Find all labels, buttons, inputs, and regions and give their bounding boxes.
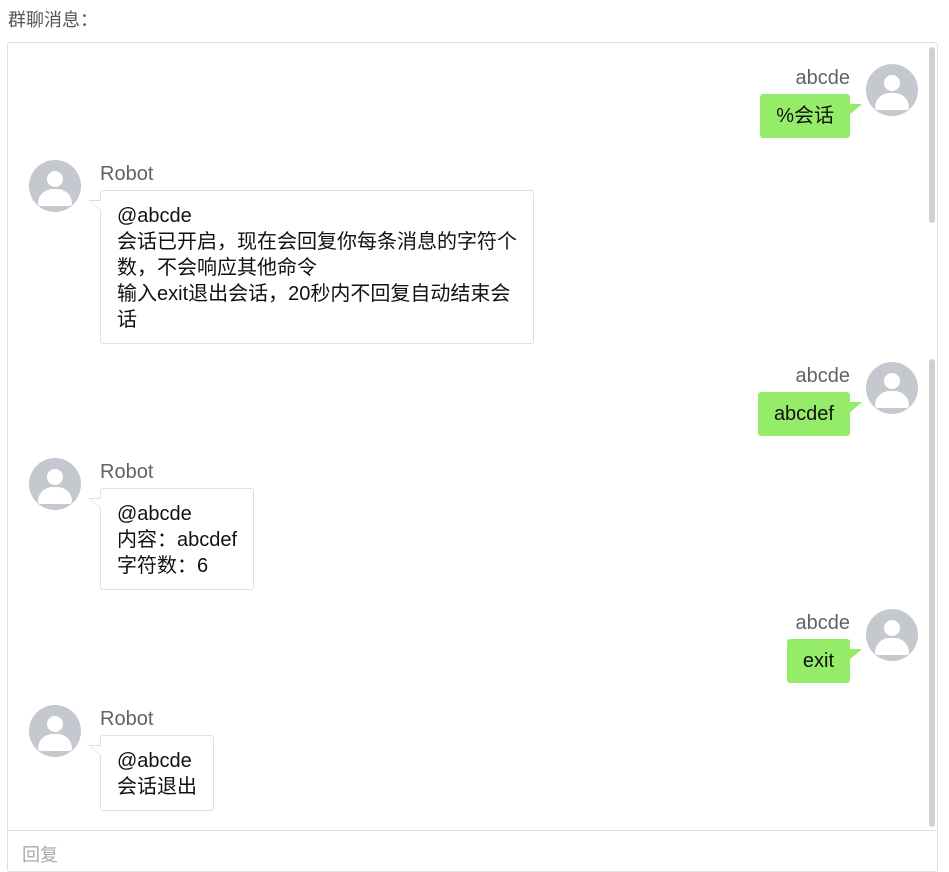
user-avatar-icon[interactable] (866, 362, 918, 414)
user-avatar-icon[interactable] (29, 160, 81, 212)
message-bubble: @abcde 会话已开启，现在会回复你每条消息的字符个 数，不会响应其他命令 输… (88, 190, 534, 344)
sender-name: abcde (795, 365, 851, 387)
user-avatar-icon[interactable] (29, 458, 81, 510)
message-text: 会话已开启，现在会回复你每条消息的字符个 (117, 231, 517, 253)
sender-name: Robot (100, 708, 154, 730)
message-text: 话 (117, 309, 137, 331)
scrollbar-thumb[interactable] (929, 359, 935, 827)
message-text: 会话退出 (117, 776, 197, 798)
message-text: abcdef (773, 403, 834, 425)
reply-input[interactable] (8, 831, 937, 871)
scrollbar[interactable] (925, 43, 937, 830)
message-list[interactable]: abcde %会话 Robot @abcde 会话已开启，现在会回复你每条消息的… (8, 43, 926, 830)
message-bubble: @abcde 会话退出 (88, 735, 214, 811)
message-text: 字符数：6 (117, 555, 209, 577)
message-text: @abcde (117, 750, 192, 772)
user-avatar-icon[interactable] (866, 64, 918, 116)
user-avatar-icon[interactable] (866, 609, 918, 661)
message-bubble: %会话 (760, 94, 862, 138)
message-incoming: Robot @abcde 会话已开启，现在会回复你每条消息的字符个 数，不会响应… (8, 153, 926, 353)
sender-name: Robot (100, 461, 154, 483)
user-avatar-icon[interactable] (29, 705, 81, 757)
sender-name: Robot (100, 163, 154, 185)
message-outgoing: abcde %会话 (8, 43, 926, 143)
message-text: 数，不会响应其他命令 (117, 257, 317, 279)
reply-box (8, 830, 937, 871)
page-title: 群聊消息： (8, 10, 98, 30)
sender-name: abcde (795, 612, 851, 634)
message-incoming: Robot @abcde 内容：abcdef 字符数：6 (8, 451, 926, 591)
chat-panel: abcde %会话 Robot @abcde 会话已开启，现在会回复你每条消息的… (7, 42, 938, 872)
message-bubble: exit (786, 639, 863, 683)
message-text: @abcde (117, 503, 192, 525)
scrollbar-thumb[interactable] (929, 47, 935, 223)
message-outgoing: abcde abcdef (8, 341, 926, 441)
message-bubble: @abcde 内容：abcdef 字符数：6 (87, 488, 255, 590)
message-text: %会话 (776, 105, 834, 127)
message-incoming: Robot @abcde 会话退出 (8, 698, 926, 828)
message-outgoing: abcde exit (8, 588, 926, 688)
message-bubble: abcdef (757, 392, 863, 436)
message-text: 内容：abcdef (117, 529, 238, 551)
sender-name: abcde (795, 67, 851, 89)
message-text: 输入exit退出会话，20秒内不回复自动结束会 (117, 283, 511, 305)
message-text: exit (802, 650, 834, 672)
message-text: @abcde (117, 205, 192, 227)
